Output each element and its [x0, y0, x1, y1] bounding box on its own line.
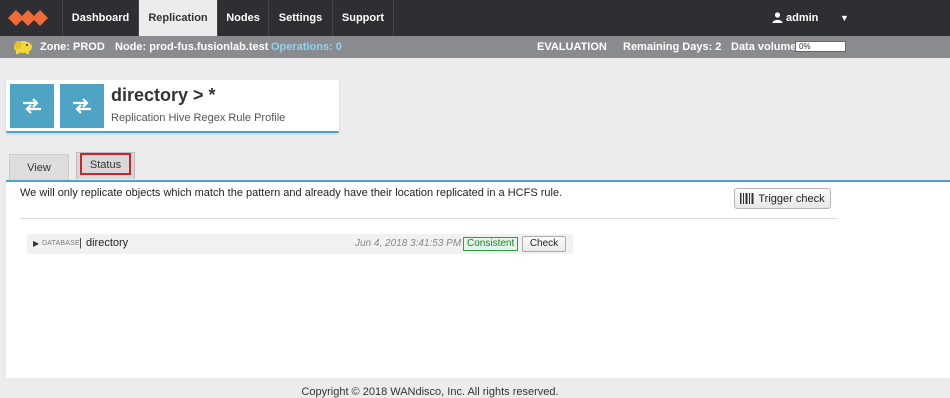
remaining-days-label: Remaining Days: 2: [623, 41, 722, 53]
database-name: directory: [86, 237, 129, 249]
node-label: Node: prod-fus.fusionlab.test: [115, 41, 269, 53]
barcode-icon: [740, 193, 754, 204]
chevron-down-icon[interactable]: ▼: [840, 0, 849, 36]
trigger-check-button[interactable]: Trigger check: [734, 188, 831, 209]
evaluation-label: EVALUATION: [537, 41, 607, 53]
status-panel: [6, 180, 950, 378]
trigger-check-label: Trigger check: [758, 192, 825, 205]
expand-caret-icon[interactable]: ▶: [33, 239, 39, 248]
list-item[interactable]: ▶ DATABASE | directory Jun 4, 2018 3:41:…: [27, 234, 573, 254]
operations-link[interactable]: Operations: 0: [271, 36, 342, 58]
check-timestamp: Jun 4, 2018 3:41:53 PM: [355, 238, 462, 249]
zone-label: Zone: PROD: [40, 41, 105, 53]
replication-icon: [10, 84, 54, 128]
replication-icon: [60, 84, 104, 128]
divider: [20, 218, 838, 219]
top-nav: Dashboard Replication Nodes Settings Sup…: [0, 0, 950, 36]
row-separator: |: [79, 237, 82, 249]
hadoop-elephant-icon: [14, 41, 32, 54]
wandisco-logo[interactable]: [0, 0, 62, 36]
user-name: admin: [786, 12, 819, 24]
nav-tab-support[interactable]: Support: [332, 0, 393, 36]
tab-status-label: Status: [80, 153, 131, 175]
tab-status[interactable]: Status: [76, 152, 135, 179]
data-volume-bar: 0%: [795, 41, 846, 52]
rule-header-card: directory > * Replication Hive Regex Rul…: [6, 80, 339, 133]
nav-tab-nodes[interactable]: Nodes: [217, 0, 268, 36]
page-subtitle: Replication Hive Regex Rule Profile: [111, 112, 286, 124]
nav-tab-settings[interactable]: Settings: [268, 0, 332, 36]
footer-copyright: Copyright © 2018 WANdisco, Inc. All righ…: [301, 386, 559, 398]
nav-tab-replication[interactable]: Replication: [138, 0, 217, 36]
user-icon: [772, 12, 783, 23]
data-volume-label: Data volume:: [731, 41, 801, 53]
status-bar: Zone: PROD Node: prod-fus.fusionlab.test…: [0, 36, 950, 58]
page-title: directory > *: [111, 85, 216, 105]
nav-tab-dashboard[interactable]: Dashboard: [62, 0, 138, 36]
tab-view[interactable]: View: [9, 154, 69, 181]
info-text: We will only replicate objects which mat…: [20, 187, 563, 199]
status-badge: Consistent: [463, 237, 519, 251]
database-type-tag: DATABASE: [42, 240, 80, 247]
check-button[interactable]: Check: [522, 236, 566, 252]
user-menu[interactable]: admin: [772, 0, 818, 36]
nav-divider: [393, 0, 394, 36]
